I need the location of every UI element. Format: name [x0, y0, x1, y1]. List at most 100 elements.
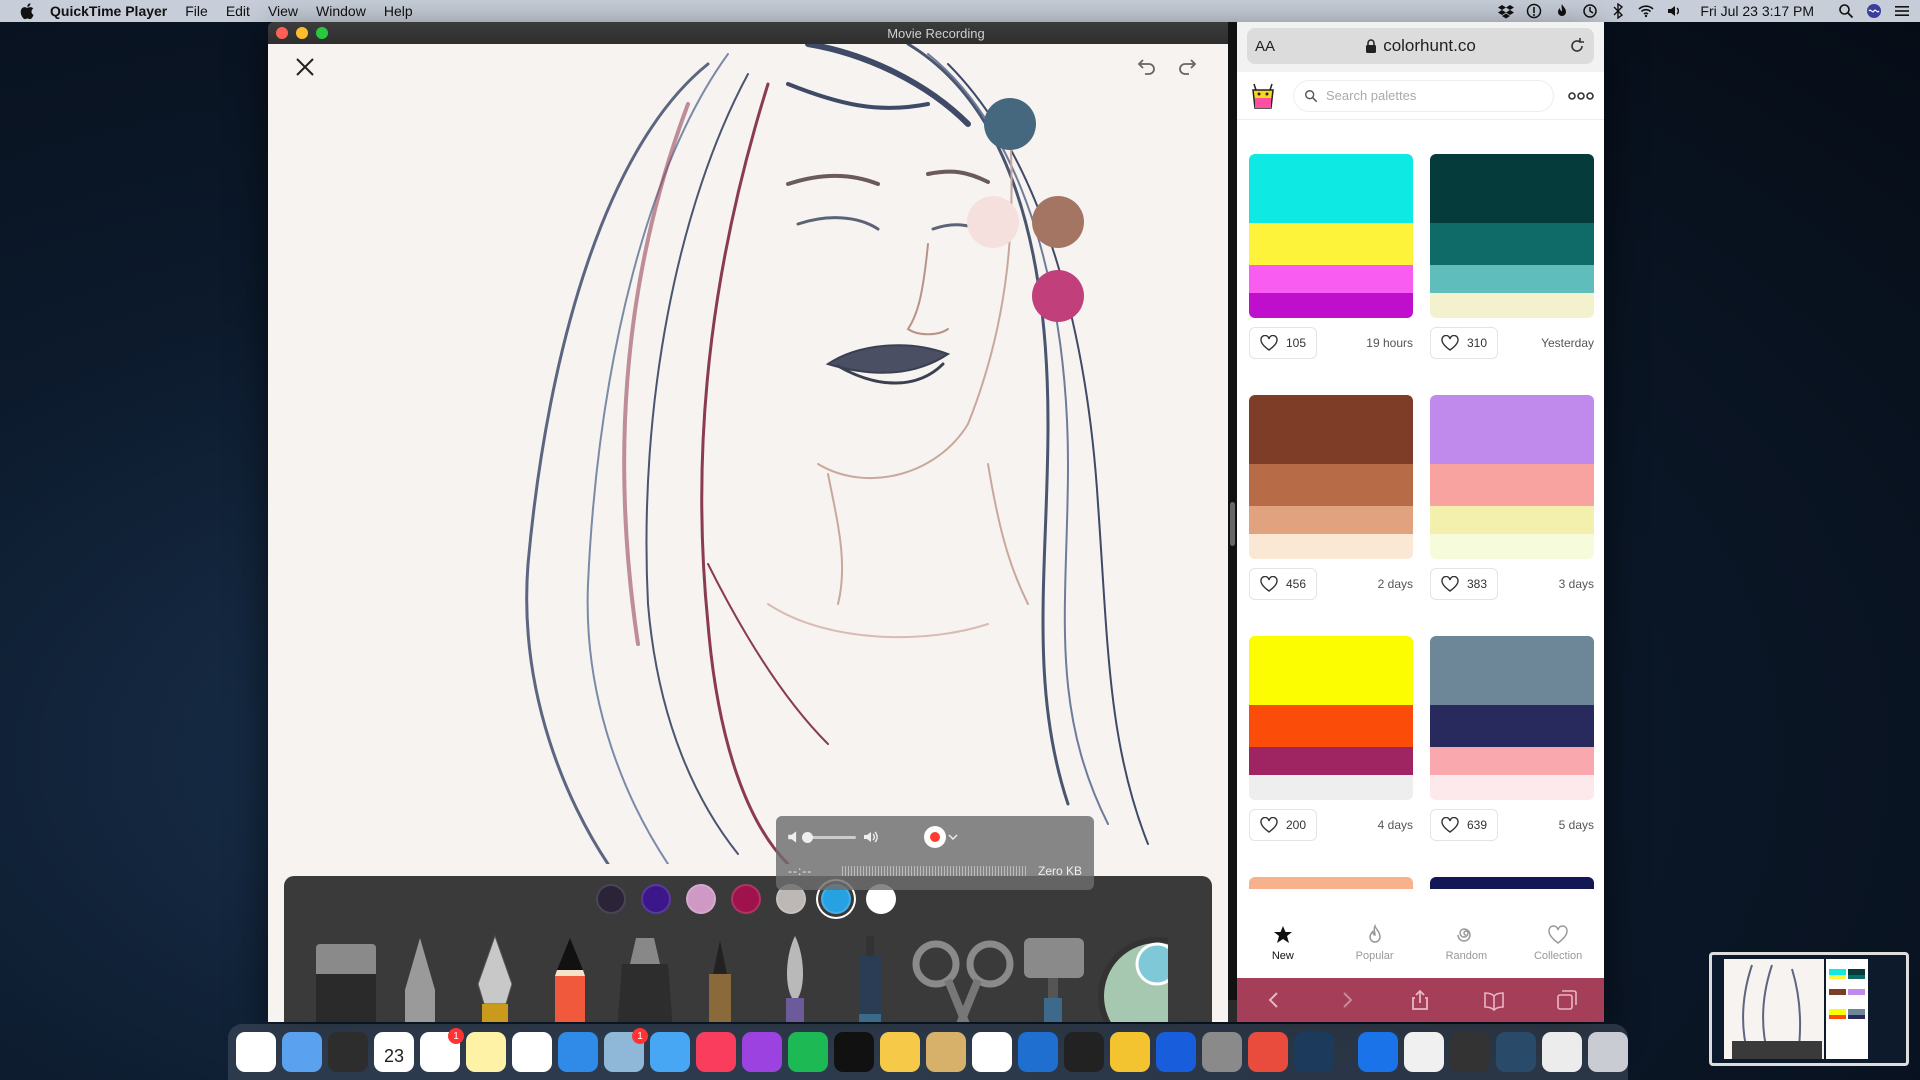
palette-card[interactable]: 383 3 days [1430, 395, 1594, 609]
spotify-app[interactable] [788, 1032, 828, 1072]
palette-color-band[interactable] [1430, 705, 1594, 747]
trash-app[interactable] [1588, 1032, 1628, 1072]
palette-colors[interactable] [1249, 154, 1413, 318]
screenshot-stack-app-2[interactable] [1496, 1032, 1536, 1072]
color-swatch[interactable] [731, 884, 761, 914]
menubar-clock[interactable]: Fri Jul 23 3:17 PM [1700, 3, 1814, 19]
screenshot-stack-app[interactable] [1450, 1032, 1490, 1072]
palette-search[interactable]: Search palettes [1293, 79, 1554, 112]
palette-color-band[interactable] [1430, 534, 1594, 559]
like-button[interactable]: 200 [1249, 809, 1318, 841]
palette-card[interactable]: 200 4 days [1249, 636, 1413, 850]
address-bar[interactable]: AA colorhunt.co [1247, 28, 1594, 64]
colorhunt-logo-icon[interactable] [1247, 80, 1279, 112]
chevron-down-icon[interactable] [948, 832, 958, 842]
vscode-app[interactable] [972, 1032, 1012, 1072]
palette-color-band[interactable] [1249, 154, 1413, 223]
palette-color-band[interactable] [1430, 775, 1594, 800]
palette-card-peek[interactable] [1249, 877, 1413, 889]
like-button[interactable]: 456 [1249, 568, 1318, 600]
bitwarden-app[interactable] [1156, 1032, 1196, 1072]
menu-view[interactable]: View [268, 3, 298, 19]
pencil-grey-tool[interactable] [383, 934, 458, 1022]
eraser-tool[interactable] [308, 934, 383, 1022]
color-option-magenta[interactable] [1032, 270, 1084, 322]
menu-help[interactable]: Help [384, 3, 413, 19]
volume-icon[interactable] [1666, 3, 1682, 19]
reminders-app[interactable]: 1 [420, 1028, 464, 1072]
palette-color-band[interactable] [1430, 223, 1594, 265]
palette-color-band[interactable] [1430, 464, 1594, 506]
marker-tool[interactable] [608, 934, 683, 1022]
palette-card[interactable]: 105 19 hours [1249, 154, 1413, 368]
photos-app[interactable] [880, 1032, 920, 1072]
palette-card[interactable]: 639 5 days [1430, 636, 1594, 850]
color-option-brown[interactable] [1032, 196, 1084, 248]
palette-card-peek[interactable] [1430, 877, 1594, 889]
like-button[interactable]: 639 [1430, 809, 1499, 841]
flame-icon[interactable] [1554, 3, 1570, 19]
volume-slider[interactable] [806, 836, 856, 839]
chrome-app[interactable] [236, 1032, 276, 1072]
safari-app[interactable] [558, 1032, 598, 1072]
palette-color-band[interactable] [1249, 506, 1413, 534]
terminal-app[interactable] [1064, 1032, 1104, 1072]
dropbox-icon[interactable] [1498, 3, 1515, 19]
notes-app[interactable] [466, 1032, 506, 1072]
cyberduck-app[interactable] [1110, 1032, 1150, 1072]
music-app[interactable] [696, 1032, 736, 1072]
url-text[interactable]: colorhunt.co [1383, 36, 1476, 56]
redo-icon[interactable] [1178, 56, 1200, 78]
podcasts-app[interactable] [742, 1032, 782, 1072]
color-wheel-icon[interactable] [1093, 934, 1168, 1022]
info-icon[interactable] [1526, 3, 1542, 19]
close-icon[interactable] [294, 56, 316, 78]
palette-color-band[interactable] [1430, 636, 1594, 705]
like-button[interactable]: 310 [1430, 327, 1499, 359]
color-swatch[interactable] [596, 884, 626, 914]
wifi-icon[interactable] [1638, 3, 1654, 19]
window-close-button[interactable] [276, 27, 288, 39]
palette-color-band[interactable] [1430, 395, 1594, 464]
tv-app[interactable] [834, 1032, 874, 1072]
palette-color-band[interactable] [1249, 265, 1413, 293]
color-option-blush[interactable] [967, 196, 1019, 248]
palette-colors[interactable] [1249, 395, 1413, 559]
maps-pin-app[interactable] [1018, 1032, 1058, 1072]
chrome-app-2[interactable] [512, 1032, 552, 1072]
palette-color-band[interactable] [1249, 395, 1413, 464]
like-button[interactable]: 383 [1430, 568, 1499, 600]
pantheon-app[interactable] [926, 1032, 966, 1072]
mission-control-app[interactable] [328, 1032, 368, 1072]
menu-file[interactable]: File [185, 3, 208, 19]
current-color-indicator[interactable] [984, 98, 1036, 150]
menu-window[interactable]: Window [316, 3, 366, 19]
quicktime-app[interactable] [1294, 1032, 1334, 1072]
palette-color-band[interactable] [1430, 506, 1594, 534]
like-button[interactable]: 105 [1249, 327, 1318, 359]
record-button[interactable] [924, 826, 946, 848]
preview-app[interactable]: 1 [604, 1028, 648, 1072]
palette-color-band[interactable] [1249, 705, 1413, 747]
menu-edit[interactable]: Edit [226, 3, 250, 19]
volume-slider-knob[interactable] [802, 832, 813, 843]
control-center-icon[interactable] [1894, 3, 1910, 19]
affinity-app[interactable] [1248, 1032, 1288, 1072]
palette-card[interactable]: 456 2 days [1249, 395, 1413, 609]
palette-color-band[interactable] [1249, 293, 1413, 318]
window-zoom-button[interactable] [316, 27, 328, 39]
finder-app[interactable] [282, 1032, 322, 1072]
palette-color-band[interactable] [1430, 293, 1594, 318]
palette-color-band[interactable] [1249, 775, 1413, 800]
reload-icon[interactable] [1568, 37, 1586, 55]
palette-color-band[interactable] [1430, 265, 1594, 293]
palette-color-band[interactable] [1249, 534, 1413, 559]
siri-icon[interactable] [1866, 3, 1882, 19]
share-icon[interactable] [1409, 989, 1431, 1011]
color-swatch[interactable] [686, 884, 716, 914]
pencil-red-tool[interactable] [533, 934, 608, 1022]
bluetooth-icon[interactable] [1610, 3, 1626, 19]
palette-color-band[interactable] [1249, 223, 1413, 265]
calendar-app[interactable]: 23 [374, 1032, 414, 1072]
bookmarks-icon[interactable] [1483, 989, 1505, 1011]
